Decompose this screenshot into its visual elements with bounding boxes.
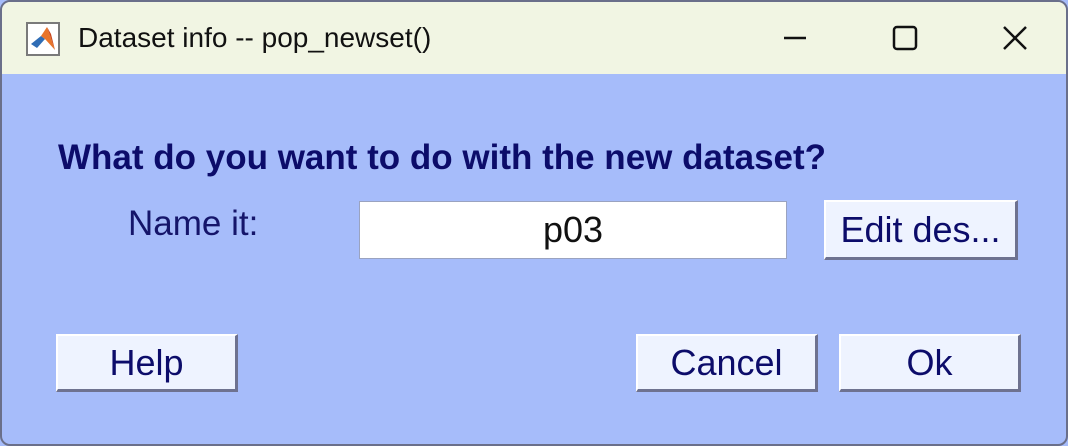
close-icon	[1003, 26, 1027, 50]
cancel-button[interactable]: Cancel	[636, 334, 818, 392]
maximize-button[interactable]	[850, 2, 960, 74]
minimize-icon	[784, 36, 806, 40]
window-title: Dataset info -- pop_newset()	[78, 22, 432, 53]
name-label: Name it:	[128, 204, 259, 243]
dialog-content: What do you want to do with the new data…	[2, 74, 1066, 444]
dialog-window: Dataset info -- pop_newset() What do you…	[0, 0, 1068, 446]
close-button[interactable]	[960, 2, 1066, 74]
matlab-logo-icon	[26, 22, 60, 56]
help-button[interactable]: Help	[56, 334, 238, 392]
title-bar[interactable]: Dataset info -- pop_newset()	[2, 2, 1066, 74]
dataset-name-input[interactable]	[359, 201, 787, 259]
question-heading: What do you want to do with the new data…	[58, 138, 827, 177]
ok-button[interactable]: Ok	[839, 334, 1021, 392]
edit-description-button[interactable]: Edit des...	[824, 200, 1018, 260]
minimize-button[interactable]	[740, 2, 850, 74]
maximize-icon	[892, 25, 918, 51]
